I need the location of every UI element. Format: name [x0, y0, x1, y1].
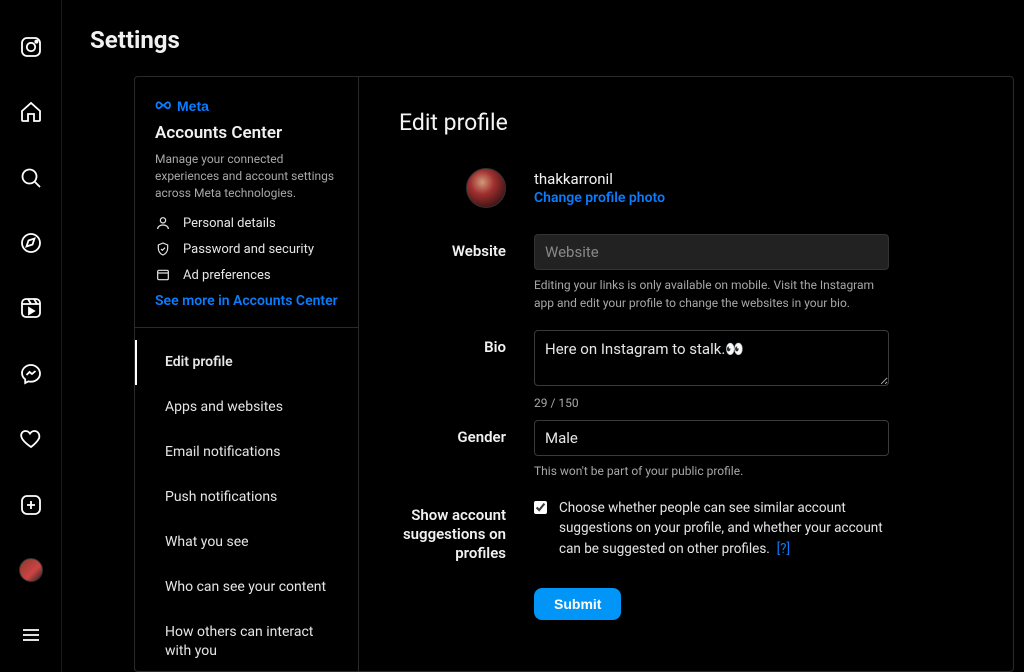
website-hint: Editing your links is only available on …	[534, 276, 889, 312]
settings-nav-list: Edit profile Apps and websites Email not…	[135, 328, 358, 671]
ad-icon	[155, 267, 171, 283]
password-security-label: Password and security	[183, 242, 314, 257]
instagram-logo-icon[interactable]	[11, 28, 51, 65]
settings-panels: Meta Accounts Center Manage your connect…	[134, 76, 1014, 672]
change-photo-link[interactable]: Change profile photo	[534, 190, 889, 206]
suggestions-checkbox-wrap[interactable]: Choose whether people can see similar ac…	[534, 498, 889, 559]
bio-row: Bio Here on Instagram to stalk.👀 29 / 15…	[399, 330, 973, 410]
settings-sidebar: Meta Accounts Center Manage your connect…	[135, 77, 359, 671]
username-text: thakkarronil	[534, 170, 889, 188]
suggestions-help-link[interactable]: [?]	[777, 541, 791, 557]
nav-apps-websites[interactable]: Apps and websites	[135, 385, 358, 430]
page-title: Settings	[62, 0, 1024, 76]
profile-avatar-large[interactable]	[466, 168, 506, 208]
submit-row: Submit	[399, 588, 973, 620]
nav-who-can-see[interactable]: Who can see your content	[135, 565, 358, 610]
gender-hint: This won't be part of your public profil…	[534, 462, 889, 480]
main-region: Settings Meta Accounts Center Manage you…	[62, 0, 1024, 672]
website-input	[534, 234, 889, 270]
gender-select[interactable]	[534, 420, 889, 456]
password-security-link[interactable]: Password and security	[155, 241, 338, 257]
see-more-accounts-center-link[interactable]: See more in Accounts Center	[155, 293, 338, 309]
nav-push-notifications[interactable]: Push notifications	[135, 475, 358, 520]
profile-avatar[interactable]	[11, 551, 51, 588]
gender-hint-row: This won't be part of your public profil…	[399, 462, 973, 480]
nav-email-notifications[interactable]: Email notifications	[135, 430, 358, 475]
ad-preferences-link[interactable]: Ad preferences	[155, 267, 338, 283]
submit-button[interactable]: Submit	[534, 588, 621, 620]
bio-textarea[interactable]: Here on Instagram to stalk.👀	[534, 330, 889, 386]
gender-row: Gender	[399, 420, 973, 456]
personal-details-label: Personal details	[183, 216, 276, 231]
website-row: Website	[399, 234, 973, 270]
accounts-center-title: Accounts Center	[155, 123, 338, 143]
suggestions-text: Choose whether people can see similar ac…	[559, 498, 889, 559]
nav-how-others-interact[interactable]: How others can interact with you	[135, 610, 358, 671]
home-icon[interactable]	[11, 93, 51, 130]
edit-profile-heading: Edit profile	[399, 109, 973, 136]
website-label: Website	[399, 234, 534, 270]
suggestions-checkbox[interactable]	[534, 500, 547, 515]
nav-what-you-see[interactable]: What you see	[135, 520, 358, 565]
ad-preferences-label: Ad preferences	[183, 268, 271, 283]
bio-label: Bio	[399, 330, 534, 410]
meta-logo: Meta	[155, 97, 338, 115]
edit-profile-content: Edit profile thakkarronil Change profile…	[359, 77, 1013, 671]
suggestions-row: Show account suggestions on profiles Cho…	[399, 498, 973, 562]
gender-label: Gender	[399, 420, 534, 456]
shield-icon	[155, 241, 171, 257]
accounts-center-card: Meta Accounts Center Manage your connect…	[135, 77, 358, 328]
hamburger-icon[interactable]	[11, 617, 51, 654]
messenger-icon[interactable]	[11, 355, 51, 392]
nav-edit-profile[interactable]: Edit profile	[135, 340, 358, 385]
person-icon	[155, 215, 171, 231]
create-icon[interactable]	[11, 486, 51, 523]
meta-brand-text: Meta	[177, 98, 209, 114]
meta-infinity-icon	[155, 97, 173, 115]
heart-icon[interactable]	[11, 420, 51, 457]
personal-details-link[interactable]: Personal details	[155, 215, 338, 231]
left-rail	[0, 0, 62, 672]
reels-icon[interactable]	[11, 290, 51, 327]
bio-counter: 29 / 150	[534, 396, 889, 410]
suggestions-label: Show account suggestions on profiles	[399, 498, 534, 562]
explore-icon[interactable]	[11, 224, 51, 261]
website-hint-row: Editing your links is only available on …	[399, 276, 973, 312]
profile-header-row: thakkarronil Change profile photo	[399, 168, 973, 208]
avatar-icon	[19, 558, 43, 582]
accounts-center-desc: Manage your connected experiences and ac…	[155, 151, 338, 201]
search-icon[interactable]	[11, 159, 51, 196]
